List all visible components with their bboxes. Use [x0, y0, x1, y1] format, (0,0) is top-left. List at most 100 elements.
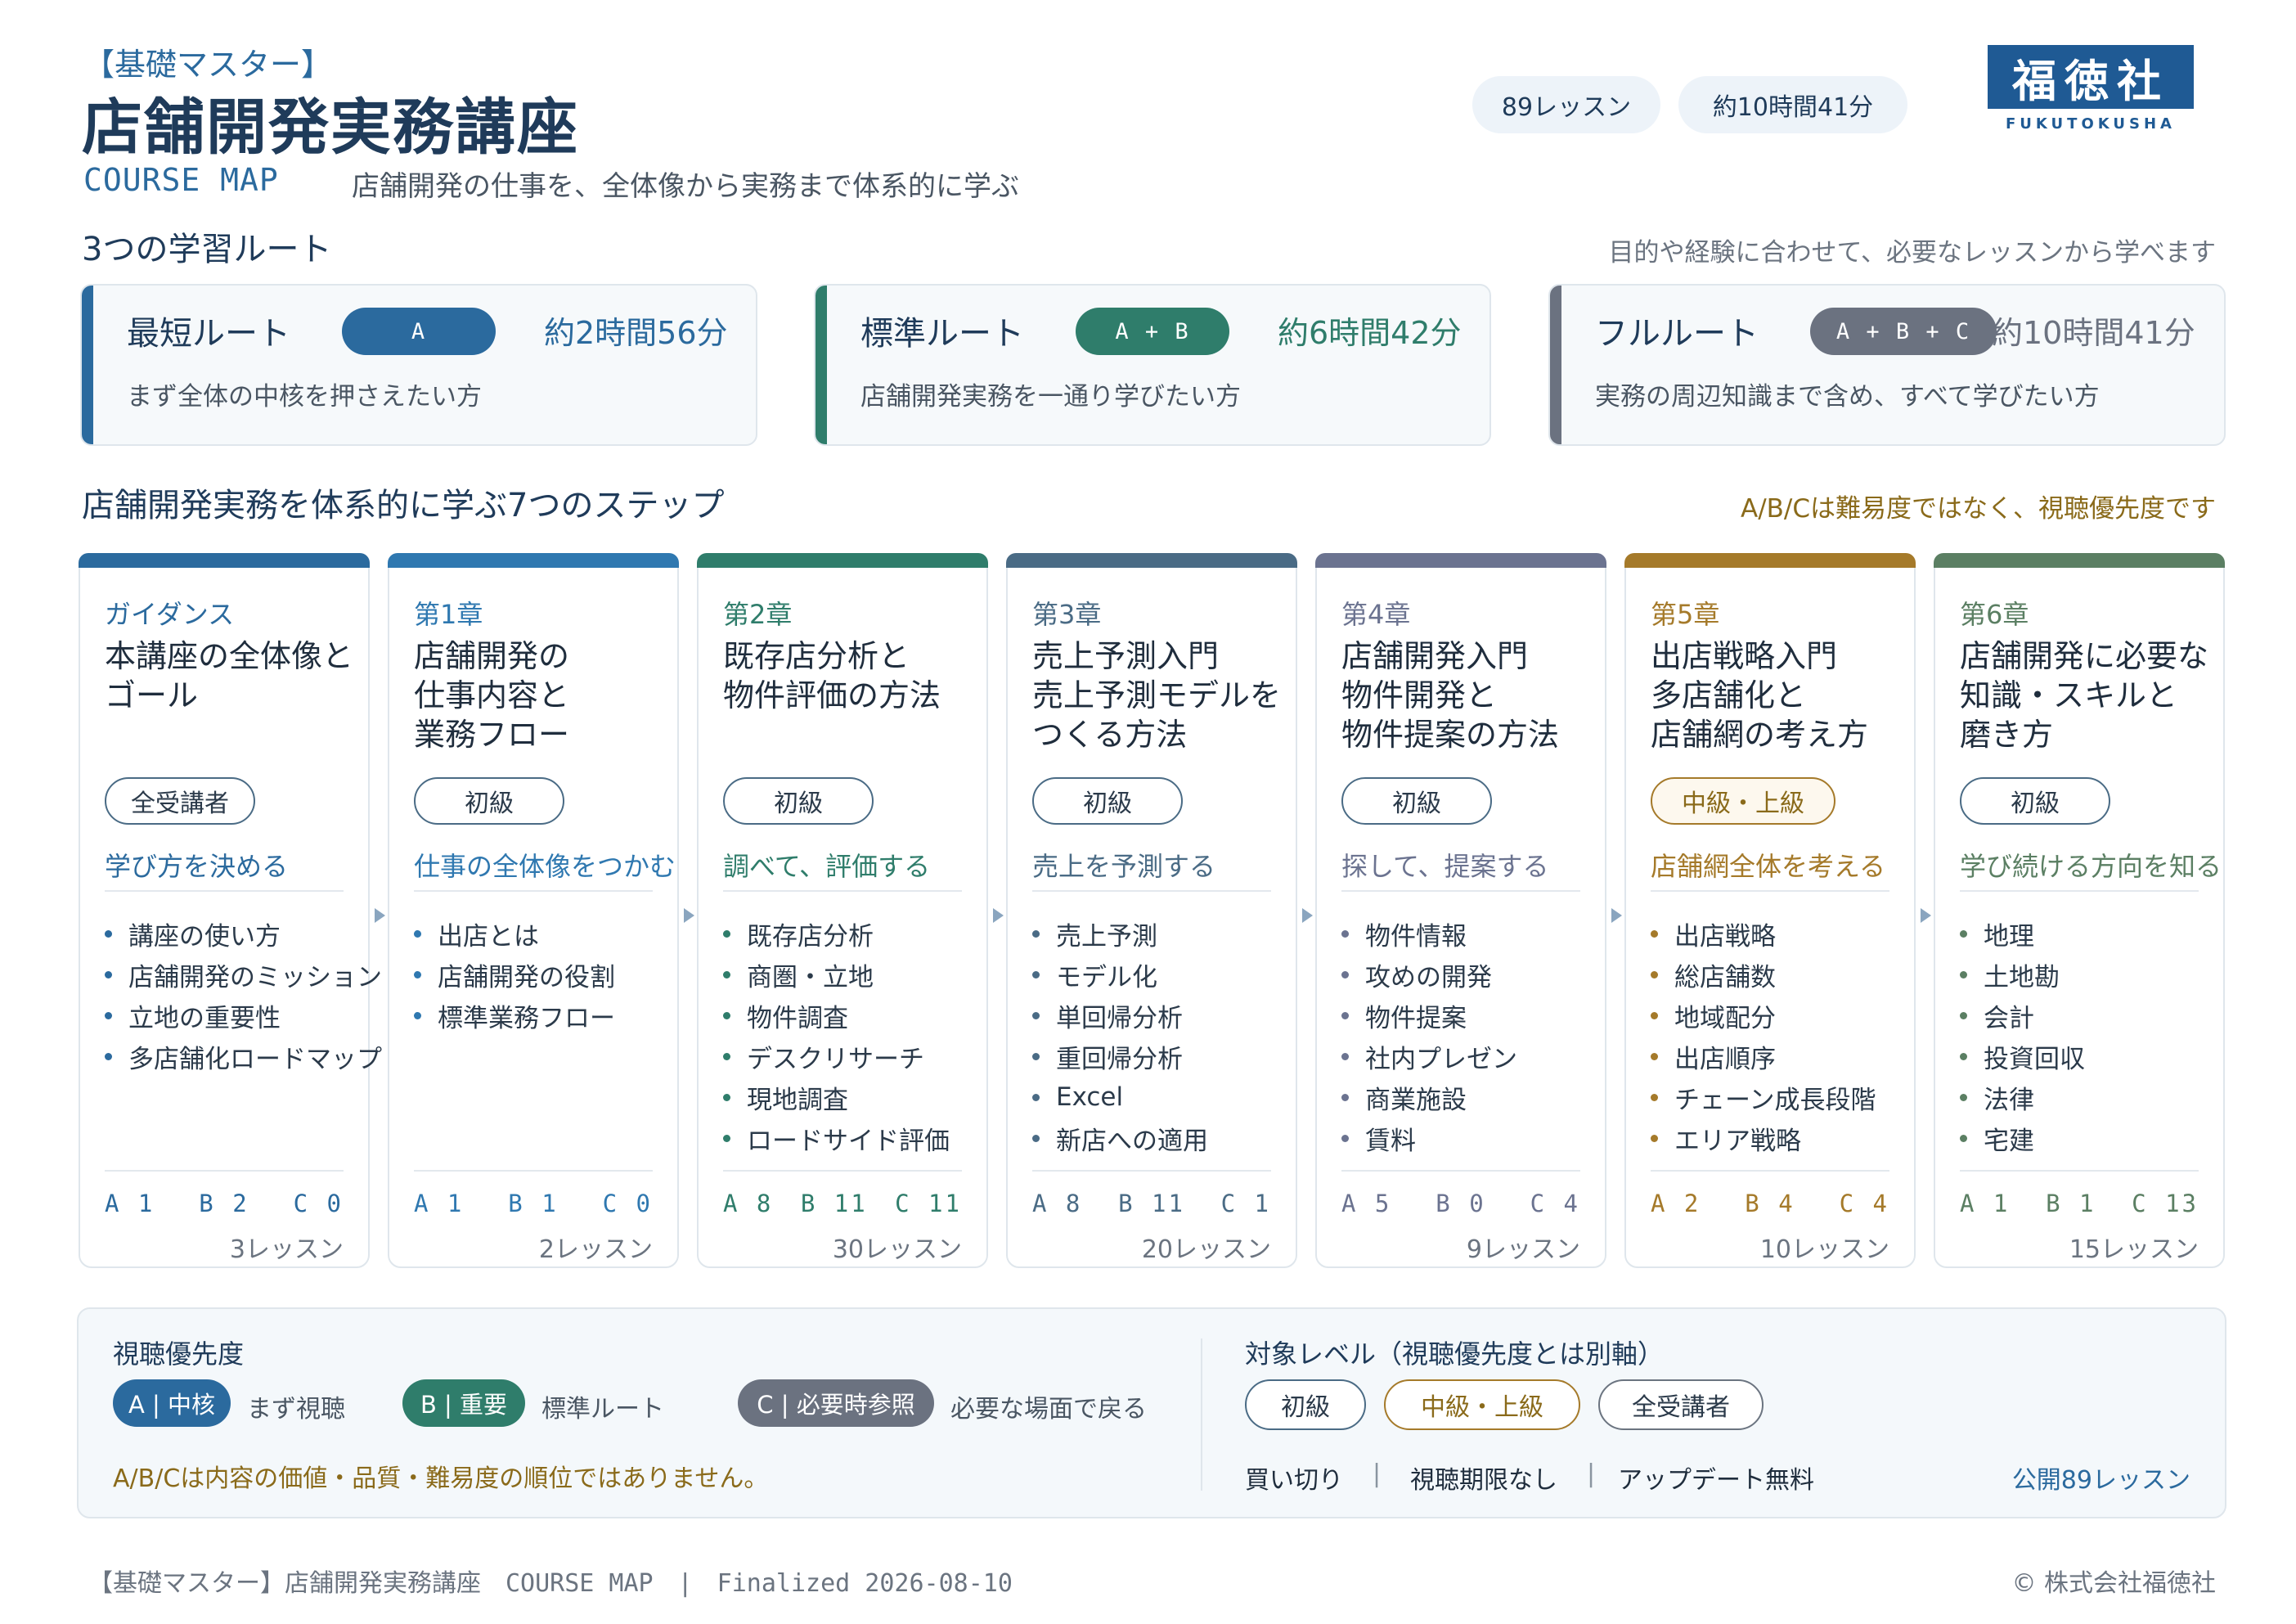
step-topic-item: エリア戦略 — [1651, 1118, 1876, 1158]
step-topic-label: 地域配分 — [1674, 1003, 1776, 1033]
step-accent-bar — [1624, 553, 1916, 568]
routes-note: 目的や経験に合わせて、必要なレッスンから学べます — [1608, 238, 2216, 268]
step-topic-item: モデル化 — [1032, 954, 1208, 995]
route-name: フルルート — [1595, 315, 1759, 353]
logo-subtext: FUKUTOKUSHA — [2006, 115, 2176, 133]
footer-left: 【基礎マスター】店舗開発実務講座 COURSE MAP | Finalized … — [88, 1569, 1013, 1598]
step-topic-label: 総店舗数 — [1674, 962, 1776, 992]
step-topic-label: チェーン成長段階 — [1674, 1085, 1876, 1115]
steps-title: 店舗開発実務を体系的に学ぶ7つのステップ — [82, 487, 725, 524]
count-a: A 8 — [723, 1190, 774, 1217]
step-topic-item: 物件提案 — [1341, 995, 1517, 1036]
bullet-dot — [1960, 970, 1967, 978]
step-level-badge: 中級・上級 — [1651, 777, 1835, 825]
route-desc: 実務の周辺知識まで含め、すべて学びたい方 — [1595, 382, 2100, 412]
step-topic-item: 講座の使い方 — [105, 913, 382, 954]
steps-note: A/B/Cは難易度ではなく、視聴優先度です — [1740, 494, 2216, 524]
bullet-dot — [1651, 1052, 1658, 1060]
step-accent-bar — [79, 553, 370, 568]
step-topic-item: 総店舗数 — [1651, 954, 1876, 995]
step-topic-item: 売上予測 — [1032, 913, 1208, 954]
step-priority-counts: A 1 B 2 C 0 — [105, 1190, 344, 1217]
step-goal: 売上を予測する — [1032, 851, 1216, 882]
count-a: A 1 — [1960, 1190, 2011, 1217]
step-topic-label: 賃料 — [1365, 1126, 1416, 1156]
step-priority-counts: A 5 B 0 C 4 — [1341, 1190, 1580, 1217]
step-topic-item: 社内プレゼン — [1341, 1036, 1517, 1077]
step-lesson-count: 20レッスン — [1141, 1235, 1271, 1264]
step-priority-counts: A 8 B 11 C 1 — [1032, 1190, 1271, 1217]
route-pill: A + B — [1076, 308, 1229, 355]
bullet-dot — [1651, 970, 1658, 978]
step-topic-item: 攻めの開発 — [1341, 954, 1517, 995]
step-card: ガイダンス 本講座の全体像と ゴール 全受講者 学び方を決める 講座の使い方 店舗開発のミ… — [79, 553, 382, 1268]
step-topic-item: 地域配分 — [1651, 995, 1876, 1036]
priority-note: A/B/Cは内容の価値・品質・難易度の順位ではありません。 — [113, 1464, 769, 1493]
step-goal: 学び続ける方向を知る — [1960, 851, 2222, 882]
step-topic-label: 物件調査 — [747, 1003, 848, 1033]
count-a: A 1 — [105, 1190, 155, 1217]
step-topic-label: 単回帰分析 — [1056, 1003, 1183, 1033]
route-card-full: フルルート A + B + C 約10時間41分 実務の周辺知識まで含め、すべて… — [1548, 284, 2226, 446]
bullet-dot — [1341, 929, 1349, 938]
route-pill: A + B + C — [1810, 308, 1997, 355]
step-topic-label: 地理 — [1984, 921, 2034, 951]
step-topic-item: 物件調査 — [723, 995, 950, 1036]
step-topic-item: 宅建 — [1960, 1118, 2085, 1158]
step-chapter: 第5章 — [1651, 599, 1720, 630]
step-topic-list: 出店戦略 総店舗数 地域配分 出店順序 チェーン成長段階 エリア戦略 — [1651, 913, 1876, 1158]
step-topic-item: 物件情報 — [1341, 913, 1517, 954]
bullet-dot — [414, 970, 421, 978]
count-c: C 1 — [1220, 1190, 1271, 1217]
divider — [1960, 890, 2199, 892]
step-topic-label: 物件情報 — [1365, 921, 1467, 951]
count-b: B 1 — [508, 1190, 559, 1217]
bullet-dot — [1032, 970, 1040, 978]
meta-separator: | — [1587, 1460, 1596, 1488]
step-topic-label: 会計 — [1984, 1003, 2034, 1033]
bullet-dot — [723, 1093, 730, 1101]
priority-title: 視聴優先度 — [113, 1338, 245, 1370]
step-arrow-icon — [1302, 908, 1313, 923]
step-topic-item: 立地の重要性 — [105, 995, 382, 1036]
routes-title: 3つの学習ルート — [82, 231, 332, 268]
step-topic-label: Excel — [1056, 1082, 1124, 1112]
step-title: 店舗開発入門 物件開発と 物件提案の方法 — [1341, 638, 1560, 753]
priority-a-desc: まず視聴 — [247, 1395, 345, 1424]
bullet-dot — [1032, 1093, 1040, 1101]
level-mid-badge: 中級・上級 — [1384, 1379, 1580, 1430]
divider — [1651, 890, 1889, 892]
step-topic-label: 店舗開発の役割 — [438, 962, 615, 992]
step-topic-label: 社内プレゼン — [1365, 1044, 1517, 1074]
divider — [1341, 890, 1580, 892]
bullet-dot — [105, 929, 112, 938]
bullet-dot — [1032, 1134, 1040, 1142]
step-topic-item: 地理 — [1960, 913, 2085, 954]
step-chapter: ガイダンス — [105, 599, 235, 630]
count-b: B 2 — [199, 1190, 249, 1217]
route-card-shortest: 最短ルート A 約2時間56分 まず全体の中核を押さえたい方 — [80, 284, 757, 446]
bullet-dot — [1651, 1134, 1658, 1142]
step-card: 第6章 店舗開発に必要な 知識・スキルと 磨き方 初級 学び続ける方向を知る 地理 土地勘… — [1934, 553, 2225, 1268]
step-priority-counts: A 1 B 1 C 13 — [1960, 1190, 2199, 1217]
step-chapter: 第1章 — [414, 599, 483, 630]
step-level-badge: 全受講者 — [105, 777, 255, 825]
step-title: 既存店分析と 物件評価の方法 — [723, 638, 941, 713]
count-c: C 11 — [895, 1190, 962, 1217]
lessons-badge: 89レッスン — [1472, 76, 1660, 133]
route-desc: まず全体の中核を押さえたい方 — [127, 382, 482, 412]
count-b: B 11 — [800, 1190, 868, 1217]
step-topic-item: 投資回収 — [1960, 1036, 2085, 1077]
step-topic-item: 多店舗化ロードマップ — [105, 1036, 382, 1077]
bullet-dot — [1960, 1093, 1967, 1101]
step-priority-counts: A 2 B 4 C 4 — [1651, 1190, 1889, 1217]
legend-panel: 視聴優先度 A | 中核 まず視聴 B | 重要 標準ルート C | 必要時参照… — [77, 1307, 2226, 1518]
step-lesson-count: 2レッスン — [538, 1235, 653, 1264]
step-priority-counts: A 1 B 1 C 0 — [414, 1190, 653, 1217]
bullet-dot — [1032, 1011, 1040, 1019]
priority-b-badge: B | 重要 — [402, 1379, 525, 1427]
bullet-dot — [1960, 929, 1967, 938]
step-chapter: 第3章 — [1032, 599, 1102, 630]
priority-a-badge: A | 中核 — [113, 1379, 231, 1427]
step-topic-item: 出店とは — [414, 913, 615, 954]
